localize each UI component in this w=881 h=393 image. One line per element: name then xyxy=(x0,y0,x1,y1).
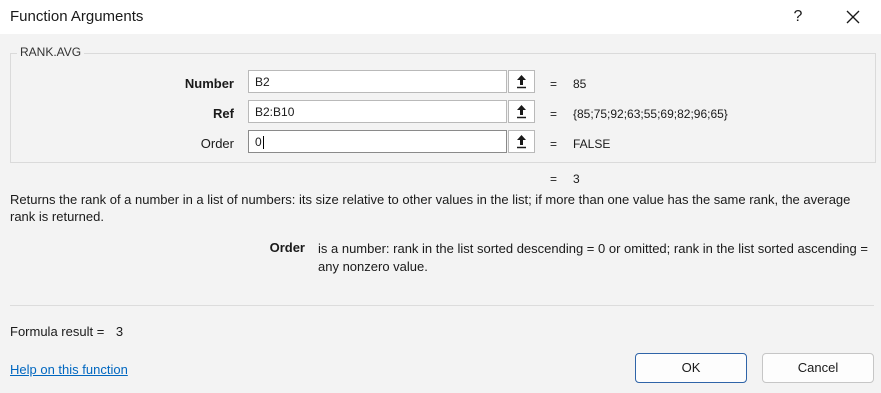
function-name: RANK.AVG xyxy=(17,45,85,59)
ok-button[interactable]: OK xyxy=(635,353,747,383)
upload-arrow-icon xyxy=(517,135,526,149)
order-collapse-button[interactable] xyxy=(508,130,535,153)
ref-equals: = xyxy=(550,107,558,121)
title-bar: Function Arguments ? xyxy=(0,0,881,34)
number-equals: = xyxy=(550,77,558,91)
formula-result-label: Formula result = xyxy=(10,324,105,339)
ref-result: {85;75;92;63;55;69;82;96;65} xyxy=(573,107,728,121)
question-mark-icon: ? xyxy=(793,8,803,25)
ref-input[interactable]: B2:B10 xyxy=(248,100,507,123)
number-label: Number xyxy=(184,76,234,91)
order-input-value: 0 xyxy=(255,135,262,149)
overall-equals: = xyxy=(550,172,558,186)
close-button[interactable] xyxy=(838,4,868,30)
cancel-button[interactable]: Cancel xyxy=(762,353,874,383)
window-title: Function Arguments xyxy=(10,8,144,25)
upload-arrow-icon xyxy=(517,75,526,89)
order-result: FALSE xyxy=(573,137,611,151)
ref-input-value: B2:B10 xyxy=(255,105,295,119)
number-collapse-button[interactable] xyxy=(508,70,535,93)
order-equals: = xyxy=(550,137,558,151)
text-caret xyxy=(262,136,264,150)
help-on-function-link[interactable]: Help on this function xyxy=(10,362,128,377)
formula-result-value: 3 xyxy=(115,324,124,339)
ref-label: Ref xyxy=(213,106,234,121)
number-input-value: B2 xyxy=(255,75,270,89)
divider xyxy=(10,305,874,306)
help-button[interactable]: ? xyxy=(786,6,810,28)
number-result: 85 xyxy=(573,77,587,91)
arg-help-name: Order xyxy=(269,240,305,255)
ref-collapse-button[interactable] xyxy=(508,100,535,123)
order-input[interactable]: 0 xyxy=(248,130,507,153)
formula-result: Formula result = 3 xyxy=(10,324,123,339)
order-label: Order xyxy=(200,136,234,151)
function-description: Returns the rank of a number in a list o… xyxy=(10,192,851,224)
overall-result: 3 xyxy=(573,172,580,186)
upload-arrow-icon xyxy=(517,105,526,119)
arg-help-text: is a number: rank in the list sorted des… xyxy=(318,241,868,274)
number-input[interactable]: B2 xyxy=(248,70,507,93)
close-icon xyxy=(846,10,860,24)
